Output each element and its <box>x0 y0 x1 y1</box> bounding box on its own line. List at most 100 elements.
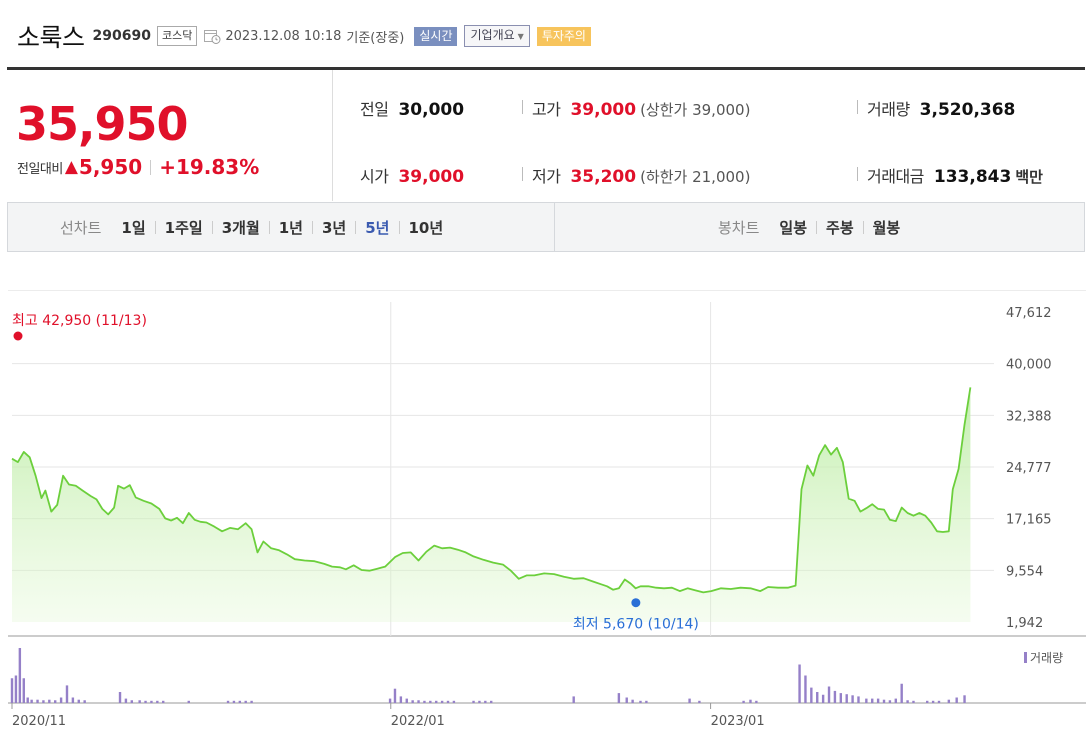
quote-basis: 기준(장중) <box>346 30 405 46</box>
volume-bar <box>71 697 75 703</box>
volume-bar <box>490 700 493 703</box>
volume-bar <box>906 700 909 703</box>
period-1d[interactable]: 1일 <box>121 217 145 238</box>
open-value: 39,000 <box>398 167 465 187</box>
divider <box>268 220 270 234</box>
volume-bar <box>947 699 951 703</box>
volume-bar <box>22 678 25 703</box>
quote-datetime: 2023.12.08 10:18 <box>225 28 342 44</box>
x-tick-label: 2022/01 <box>391 714 445 729</box>
open-label: 시가 <box>360 167 389 186</box>
volume-bar <box>688 698 691 703</box>
volume-bar <box>405 698 408 703</box>
volume-value: 3,520,368 <box>919 100 1016 120</box>
volume-bar <box>48 699 51 703</box>
volume-bar <box>162 700 165 703</box>
volume-bar <box>26 697 29 703</box>
volume-bar <box>435 700 438 703</box>
volume-bar <box>865 698 868 703</box>
volume-bar <box>871 698 874 703</box>
prev-close: 전일 30,000 <box>360 96 464 120</box>
high-annotation: 최고 42,950 (11/13) <box>12 313 147 329</box>
realtime-button[interactable]: 실시간 <box>414 26 458 46</box>
period-3y[interactable]: 3년 <box>322 217 346 238</box>
y-tick-label: 9,554 <box>1006 564 1043 579</box>
volume-bar <box>77 699 80 703</box>
period-1w[interactable]: 1주일 <box>165 217 203 238</box>
x-tick-label: 2020/11 <box>12 714 66 729</box>
divider <box>857 167 858 181</box>
volume-bar <box>882 699 886 703</box>
price-summary: 35,950 전일대비 ▲ 5,950 +19.83% 전일 30,000 시가… <box>7 67 1085 201</box>
volume-bar <box>816 692 819 703</box>
stock-code: 290690 <box>92 28 151 44</box>
low-annotation: 최저 5,670 (10/14) <box>573 617 699 633</box>
volume-bar <box>804 675 807 703</box>
volume-bar <box>423 700 426 703</box>
candle-daily[interactable]: 일봉 <box>779 217 807 238</box>
volume-legend: 거래량 <box>1030 651 1063 665</box>
volume-bar <box>894 698 897 703</box>
volume-bar <box>150 700 153 703</box>
period-1y[interactable]: 1년 <box>279 217 303 238</box>
volume-bar <box>244 700 247 703</box>
volume-bar <box>429 700 432 703</box>
divider <box>554 203 555 251</box>
volume-bar <box>452 700 456 703</box>
price-chart: 47,612 40,000 32,388 24,777 17,165 9,554 1,942… <box>8 290 1086 729</box>
volume-bar <box>617 693 621 703</box>
volume-bar <box>484 700 487 703</box>
company-overview-label: 기업개요 <box>470 28 515 42</box>
volume-bar <box>18 648 22 703</box>
trade-value-amount: 133,843 <box>933 167 1012 187</box>
volume-bar <box>639 700 642 703</box>
volume-bar <box>238 700 242 703</box>
trade-value: 거래대금 133,843 백만 <box>867 163 1043 187</box>
volume-bar <box>14 675 18 703</box>
volume-bar <box>888 700 892 703</box>
period-3m[interactable]: 3개월 <box>222 217 260 238</box>
volume-bar <box>138 700 141 703</box>
lower-limit-note: (하한가 21,000) <box>640 168 751 186</box>
volume-label: 거래량 <box>867 100 910 119</box>
high-marker <box>13 331 23 341</box>
prev-close-value: 30,000 <box>398 100 465 120</box>
volume-legend-swatch <box>1024 652 1027 663</box>
period-5y[interactable]: 5년 <box>365 217 389 238</box>
divider <box>211 220 213 234</box>
y-tick-label: 32,388 <box>1006 409 1052 424</box>
volume-bar <box>156 700 159 703</box>
volume-bar <box>187 700 190 703</box>
candle-monthly[interactable]: 월봉 <box>873 217 901 238</box>
divider <box>857 100 858 114</box>
y-tick-label: 40,000 <box>1006 358 1052 373</box>
chart-period-bar: 선차트 1일 1주일 3개월 1년 3년 5년 10년 봉차트 일봉 주봉 월봉 <box>7 202 1085 252</box>
open-price: 시가 39,000 <box>360 163 464 187</box>
divider <box>816 220 818 234</box>
volume-bar <box>810 687 813 703</box>
high-label: 고가 <box>532 100 561 119</box>
candle-chart-label: 봉차트 <box>718 218 760 237</box>
current-price: 35,950 <box>16 97 189 151</box>
volume-bar <box>851 695 854 703</box>
price-area <box>12 387 971 622</box>
chevron-down-icon: ▼ <box>517 32 524 41</box>
volume-bar <box>931 700 935 703</box>
line-chart-periods: 선차트 1일 1주일 3개월 1년 3년 5년 10년 <box>60 203 443 251</box>
calendar-icon <box>204 30 221 44</box>
volume-bar <box>912 700 915 703</box>
volume-bar <box>411 700 414 703</box>
low-marker <box>631 598 641 608</box>
divider <box>522 100 523 114</box>
volume-bar <box>839 693 843 703</box>
company-overview-dropdown[interactable]: 기업개요 ▼ <box>464 25 530 47</box>
change-amount: 5,950 <box>78 155 143 179</box>
prev-close-label: 전일 <box>360 100 389 119</box>
period-10y[interactable]: 10년 <box>409 217 444 238</box>
volume-bar <box>42 700 45 703</box>
volume-bar <box>440 700 444 703</box>
volume-bar <box>399 696 403 703</box>
volume-bar <box>118 692 122 703</box>
investment-warning-badge: 투자주의 <box>536 26 591 46</box>
candle-weekly[interactable]: 주봉 <box>826 217 854 238</box>
